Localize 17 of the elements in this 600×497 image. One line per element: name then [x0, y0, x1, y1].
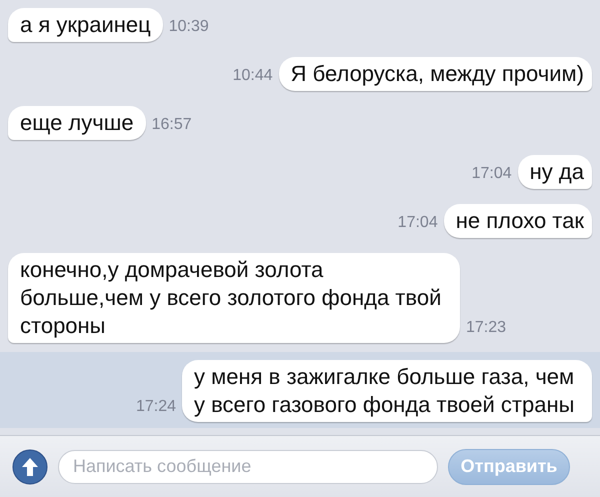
upload-icon[interactable] — [12, 448, 48, 484]
message-bubble: у меня в зажигалке больше газа, чем у всего газового фонда твоей страны — [182, 360, 592, 422]
message-time: 10:39 — [168, 18, 209, 37]
message-bubble: не плохо так — [444, 204, 592, 238]
message-time: 10:44 — [232, 67, 273, 86]
message-bubble: конечно,у домрачевой золота больше,чем у всего золотого фонда твой стороны — [8, 253, 460, 343]
message-input[interactable]: Написать сообщение — [58, 450, 438, 484]
message-bubble: ну да — [518, 155, 592, 189]
message-bubble: еще лучше — [8, 106, 146, 140]
message-bubble: а я украинец — [8, 8, 163, 42]
message-bubble: Я белоруска, между прочим) — [278, 57, 592, 91]
message-time: 17:04 — [472, 165, 512, 184]
message-time: 16:57 — [152, 116, 192, 135]
message-time: 17:23 — [466, 319, 506, 338]
send-button[interactable]: Отправить — [448, 448, 570, 484]
message-time: 17:04 — [398, 214, 438, 233]
message-time: 17:24 — [136, 398, 176, 417]
